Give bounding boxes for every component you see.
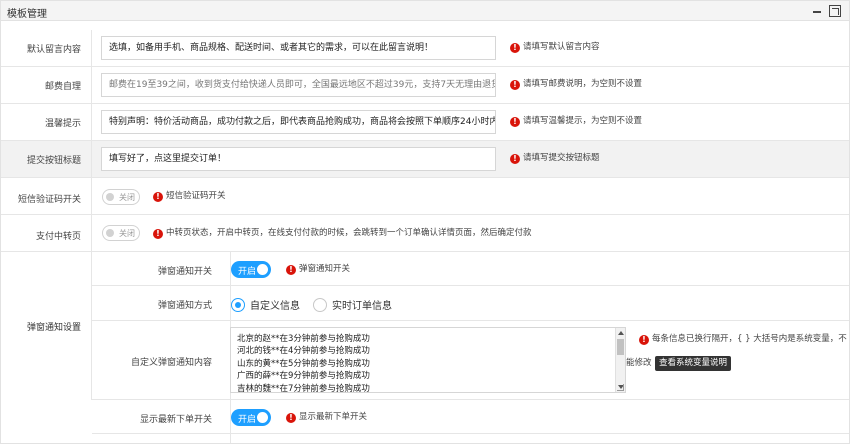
row-popup-mode: 弹窗通知方式 自定义信息 实时订单信息 (92, 286, 849, 321)
row-postage: 邮费自理 邮费在19至39之间，收到货支付给快递人员即可，全国最远地区不超过39… (1, 67, 849, 104)
popup-line: 吉林的魏**在7分钟前参与抢购成功 (237, 383, 370, 393)
row-next (92, 434, 849, 443)
label-submit-title: 提交按钮标题 (26, 156, 81, 166)
label-popup-content: 自定义弹窗通知内容 (130, 358, 212, 368)
label-popup-switch: 弹窗通知开关 (157, 267, 212, 277)
toggle-knob (257, 412, 268, 423)
row-submit-title: 提交按钮标题 填写好了，点这里提交订单！ ! 请填写提交按钮标题 (1, 141, 849, 178)
popup-content-lines: 北京的赵**在3分钟前参与抢购成功 河北的钱**在4分钟前参与抢购成功 山东的黄… (237, 333, 370, 393)
label-sms-switch: 短信验证码开关 (17, 195, 81, 205)
textarea-scrollbar[interactable] (615, 328, 625, 392)
hint-default-message: ! 请填写默认留言内容 (510, 41, 600, 53)
warning-icon: ! (153, 192, 163, 202)
toggle-knob (106, 229, 114, 237)
hint-latest-order: ! 显示最新下单开关 (286, 411, 367, 423)
row-latest-order: 显示最新下单开关 开启 ! 显示最新下单开关 (92, 400, 849, 434)
submit-title-input[interactable]: 填写好了，点这里提交订单！ (101, 147, 496, 171)
warning-icon: ! (286, 265, 296, 275)
label-reminder: 温馨提示 (44, 119, 81, 129)
scroll-thumb[interactable] (617, 339, 624, 355)
sms-toggle[interactable]: 关闭 (102, 189, 140, 205)
pay-transfer-toggle[interactable]: 关闭 (102, 225, 140, 241)
popup-line: 北京的赵**在3分钟前参与抢购成功 (237, 334, 370, 344)
radio-custom-info[interactable]: 自定义信息 (231, 297, 300, 312)
warning-icon: ! (510, 43, 520, 53)
row-sms-switch: 短信验证码开关 关闭 ! 短信验证码开关 (1, 178, 849, 215)
popup-toggle[interactable]: 开启 (231, 261, 271, 278)
row-default-message: 默认留言内容 选填，如备用手机、商品规格、配送时间、或者其它的需求，可以在此留言… (1, 30, 849, 67)
hint-reminder: ! 请填写温馨提示，为空则不设置 (510, 115, 642, 127)
popup-line: 广西的薛**在9分钟前参与抢购成功 (237, 371, 370, 382)
hint-submit-title: ! 请填写提交按钮标题 (510, 152, 600, 164)
reminder-input[interactable]: 特别声明：特价活动商品，成功付款之后，即代表商品抢购成功，商品将会按照下单顺序2… (101, 110, 496, 134)
toggle-knob (257, 264, 268, 275)
row-popup-switch: 弹窗通知开关 开启 ! 弹窗通知开关 (92, 252, 849, 286)
hint-postage: ! 请填写邮费说明，为空则不设置 (510, 78, 642, 90)
title-bar: 模板管理 (1, 1, 849, 21)
popup-content-textarea[interactable]: 北京的赵**在3分钟前参与抢购成功 河北的钱**在4分钟前参与抢购成功 山东的黄… (230, 327, 626, 393)
latest-order-toggle[interactable]: 开启 (231, 409, 271, 426)
window-controls (811, 4, 841, 18)
hint-sms-switch: ! 短信验证码开关 (153, 190, 226, 202)
warning-icon: ! (510, 80, 520, 90)
minimize-icon[interactable] (811, 5, 823, 17)
label-pay-transfer: 支付中转页 (35, 232, 81, 242)
resize-handle-icon[interactable] (617, 384, 624, 391)
row-reminder: 温馨提示 特别声明：特价活动商品，成功付款之后，即代表商品抢购成功，商品将会按照… (1, 104, 849, 141)
warning-icon: ! (153, 229, 163, 239)
label-popup-mode: 弹窗通知方式 (157, 301, 212, 311)
postage-input[interactable]: 邮费在19至39之间，收到货支付给快递人员即可，全国最远地区不超过39元，支持7… (101, 73, 496, 97)
hint-popup-switch: ! 弹窗通知开关 (286, 263, 350, 275)
default-message-input[interactable]: 选填，如备用手机、商品规格、配送时间、或者其它的需求，可以在此留言说明！ (101, 36, 496, 60)
hint-popup-content: ! 每条信息已换行隔开，{ } 大括号内是系统变量，不 (639, 333, 847, 345)
warning-icon: ! (639, 335, 649, 345)
label-latest-order: 显示最新下单开关 (139, 415, 212, 425)
toggle-knob (106, 193, 114, 201)
label-postage: 邮费自理 (44, 82, 81, 92)
label-popup-settings: 弹窗通知设置 (26, 323, 81, 333)
hint-pay-transfer: ! 中转页状态，开启中转页，在线支付付款的时候，会跳转到一个订单确认详情页面，然后… (153, 227, 532, 239)
warning-icon: ! (510, 117, 520, 127)
window-title: 模板管理 (7, 9, 47, 20)
popup-line: 河北的钱**在4分钟前参与抢购成功 (237, 346, 370, 357)
maximize-icon[interactable] (829, 5, 841, 17)
scroll-up-icon[interactable] (618, 331, 624, 335)
view-variables-button[interactable]: 查看系统变量说明 (655, 356, 732, 371)
warning-icon: ! (510, 154, 520, 164)
popup-line: 山东的黄**在5分钟前参与抢购成功 (237, 358, 370, 369)
hint-popup-content-2: 能修改 (626, 358, 652, 368)
label-default-message: 默认留言内容 (26, 45, 81, 55)
warning-icon: ! (286, 413, 296, 423)
template-manager-panel: 模板管理 默认留言内容 选填，如备用手机、商品规格、配送时间、或者其它的需求，可… (0, 0, 850, 444)
radio-realtime-order[interactable]: 实时订单信息 (313, 297, 392, 312)
row-pay-transfer: 支付中转页 关闭 ! 中转页状态，开启中转页，在线支付付款的时候，会跳转到一个订单… (1, 215, 849, 252)
